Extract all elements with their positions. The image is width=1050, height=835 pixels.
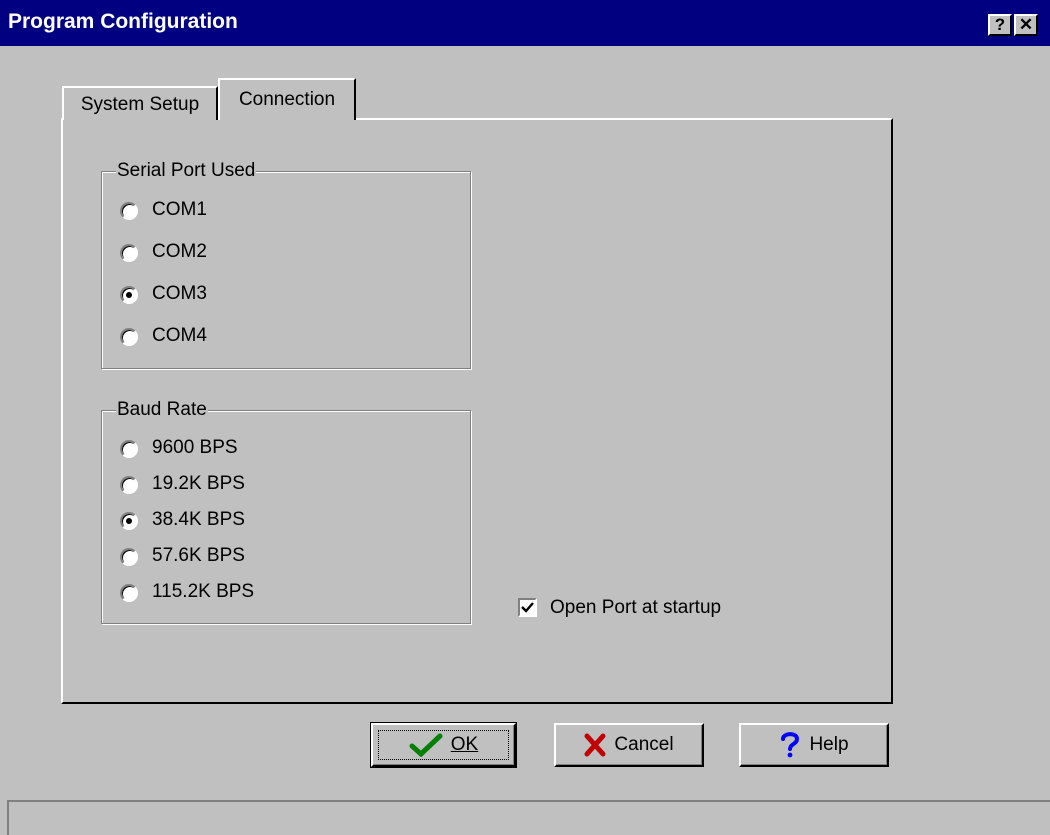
radio-9600-label: 9600 BPS bbox=[152, 437, 238, 458]
window-title: Program Configuration bbox=[8, 10, 238, 33]
serial-port-group-label: Serial Port Used bbox=[116, 160, 257, 182]
selected-tab-join bbox=[220, 117, 354, 121]
x-icon bbox=[584, 733, 606, 757]
radio-9600[interactable] bbox=[120, 440, 138, 458]
radio-115200-label: 115.2K BPS bbox=[152, 581, 255, 602]
radio-com4[interactable] bbox=[120, 328, 138, 346]
question-icon bbox=[781, 732, 800, 758]
radio-38400-label: 38.4K BPS bbox=[152, 509, 245, 530]
radio-38400-selected-dot bbox=[126, 518, 132, 524]
cancel-button[interactable]: Cancel bbox=[554, 723, 704, 767]
question-icon: ? bbox=[994, 15, 1006, 34]
status-bar bbox=[7, 800, 1050, 835]
checkmark-icon bbox=[521, 602, 534, 613]
close-button[interactable]: ✕ bbox=[1014, 14, 1038, 36]
radio-38400[interactable] bbox=[120, 512, 138, 530]
radio-com3-label: COM3 bbox=[152, 283, 207, 304]
radio-com1[interactable] bbox=[120, 202, 138, 220]
cancel-button-label: Cancel bbox=[614, 734, 674, 755]
radio-com1-label: COM1 bbox=[152, 199, 207, 220]
close-icon: ✕ bbox=[1018, 15, 1034, 34]
radio-57600[interactable] bbox=[120, 548, 138, 566]
radio-com3[interactable] bbox=[120, 286, 138, 304]
tab-connection[interactable]: Connection bbox=[218, 78, 356, 120]
tab-system-setup-label: System Setup bbox=[80, 94, 200, 115]
radio-19200-label: 19.2K BPS bbox=[152, 473, 245, 494]
radio-com2-label: COM2 bbox=[152, 241, 207, 262]
ok-button[interactable]: OK bbox=[370, 722, 517, 768]
open-port-label: Open Port at startup bbox=[550, 597, 722, 618]
radio-com2[interactable] bbox=[120, 244, 138, 262]
help-button-label: Help bbox=[809, 734, 849, 755]
help-title-button[interactable]: ? bbox=[988, 14, 1012, 36]
help-button[interactable]: Help bbox=[739, 723, 889, 767]
radio-115200[interactable] bbox=[120, 584, 138, 602]
radio-57600-label: 57.6K BPS bbox=[152, 545, 245, 566]
tab-connection-label: Connection bbox=[238, 89, 336, 110]
radio-com4-label: COM4 bbox=[152, 325, 207, 346]
open-port-checkbox[interactable] bbox=[518, 598, 537, 617]
ok-button-label: OK bbox=[450, 734, 479, 755]
radio-com3-selected-dot bbox=[126, 292, 132, 298]
baud-rate-group-label: Baud Rate bbox=[116, 399, 208, 421]
radio-19200[interactable] bbox=[120, 476, 138, 494]
tab-system-setup[interactable]: System Setup bbox=[62, 86, 218, 120]
checkmark-icon bbox=[409, 733, 443, 757]
